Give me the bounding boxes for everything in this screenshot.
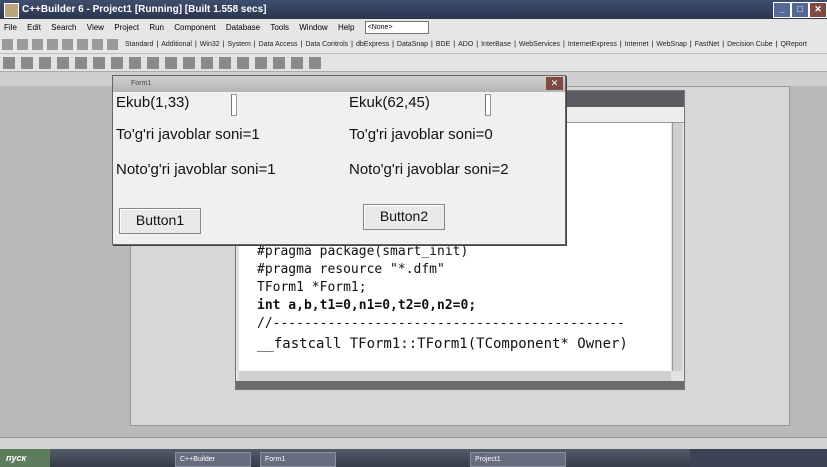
palette-tab-data-controls[interactable]: Data Controls — [305, 41, 348, 48]
palette-tab-websnap[interactable]: WebSnap — [656, 41, 687, 48]
form1-title-bar: Form1 — [113, 76, 565, 92]
menu-component[interactable]: Component — [174, 23, 215, 32]
close-icon[interactable]: ✕ — [809, 2, 827, 18]
help-icon[interactable] — [107, 39, 118, 50]
menu-edit[interactable]: Edit — [27, 23, 41, 32]
code-line: int a,b,t1=0,n1=0,t2=0,n2=0; — [257, 298, 477, 313]
mainmenu-icon[interactable] — [147, 57, 159, 69]
panel-icon[interactable] — [309, 57, 321, 69]
close-icon[interactable]: ✕ — [546, 77, 563, 90]
taskbar-item-project1[interactable]: Project1 — [470, 452, 566, 467]
menu-database[interactable]: Database — [226, 23, 260, 32]
palette-tab-datasnap[interactable]: DataSnap — [397, 41, 428, 48]
palette-tab-interbase[interactable]: InterBase — [481, 41, 511, 48]
taskbar-item-cbuilder[interactable]: C++Builder — [175, 452, 251, 467]
palette-tab-webservices[interactable]: WebServices — [519, 41, 560, 48]
radio-icon[interactable] — [255, 57, 267, 69]
memo-icon[interactable] — [201, 57, 213, 69]
horizontal-scrollbar[interactable] — [239, 371, 671, 381]
palette-tab-system[interactable]: System — [227, 41, 250, 48]
menu-tools[interactable]: Tools — [270, 23, 289, 32]
ekuk-answer-edit[interactable] — [485, 94, 491, 116]
listbox-icon[interactable] — [273, 57, 285, 69]
palette-tab-internetexpress[interactable]: InternetExpress — [568, 41, 617, 48]
edit-icon[interactable] — [183, 57, 195, 69]
taskbar-item-form1[interactable]: Form1 — [260, 452, 336, 467]
system-tray — [690, 449, 827, 467]
ide-title-bar: C++Builder 6 - Project1 [Running] [Built… — [0, 0, 827, 19]
right-wrong-count-label: Noto'g'ri javoblar soni=2 — [349, 161, 509, 178]
pause-icon[interactable] — [93, 57, 105, 69]
left-correct-count-label: To'g'ri javoblar soni=1 — [116, 126, 260, 143]
code-line: __fastcall TForm1::TForm1(TComponent* Ow… — [257, 336, 628, 352]
form-icon[interactable] — [39, 57, 51, 69]
label-icon[interactable] — [165, 57, 177, 69]
redo-icon[interactable] — [21, 57, 33, 69]
menu-window[interactable]: Window — [299, 23, 327, 32]
palette-tab-win32[interactable]: Win32 — [200, 41, 220, 48]
code-line: #pragma package(smart_init) — [257, 244, 469, 259]
code-line: TForm1 *Form1; — [257, 280, 367, 295]
vertical-scrollbar[interactable] — [672, 123, 682, 371]
ekub-label: Ekub(1,33) — [116, 94, 190, 111]
ekuk-label: Ekuk(62,45) — [349, 94, 430, 111]
menu-help[interactable]: Help — [338, 23, 354, 32]
left-wrong-count-label: Noto'g'ri javoblar soni=1 — [116, 161, 276, 178]
component-palette: Standard | Additional | Win32 | System | Data Ac… — [0, 36, 827, 54]
menu-view[interactable]: View — [87, 23, 104, 32]
cbuilder-app-icon — [4, 3, 19, 18]
checkbox-icon[interactable] — [237, 57, 249, 69]
palette-tab-bde[interactable]: BDE — [436, 41, 450, 48]
open-project-icon[interactable] — [62, 39, 73, 50]
ide-status-bar — [0, 437, 827, 449]
open-icon[interactable] — [17, 39, 28, 50]
button2[interactable]: Button2 — [363, 204, 445, 230]
button1[interactable]: Button1 — [119, 208, 201, 234]
form1-title: Form1 — [131, 80, 152, 87]
remove-file-icon[interactable] — [92, 39, 103, 50]
step-icon[interactable] — [111, 57, 123, 69]
palette-tab-ado[interactable]: ADO — [458, 41, 473, 48]
save-icon[interactable] — [32, 39, 43, 50]
ide-menu-bar: File Edit Search View Project Run Compon… — [0, 19, 827, 36]
code-line: #pragma resource "*.dfm" — [257, 262, 445, 277]
menu-project[interactable]: Project — [114, 23, 139, 32]
palette-tab-qreport[interactable]: QReport — [780, 41, 806, 48]
undo-icon[interactable] — [3, 57, 15, 69]
palette-tab-internet[interactable]: Internet — [625, 41, 649, 48]
ide-title: C++Builder 6 - Project1 [Running] [Built… — [22, 4, 267, 15]
palette-tab-data-access[interactable]: Data Access — [259, 41, 298, 48]
desktop-combo[interactable]: <None> — [364, 21, 429, 35]
code-line: //--------------------------------------… — [257, 316, 625, 331]
start-button[interactable]: пуск — [0, 449, 50, 467]
add-file-icon[interactable] — [77, 39, 88, 50]
button-icon[interactable] — [219, 57, 231, 69]
right-correct-count-label: To'g'ri javoblar soni=0 — [349, 126, 493, 143]
save-all-icon[interactable] — [47, 39, 58, 50]
combobox-icon[interactable] — [291, 57, 303, 69]
menu-search[interactable]: Search — [51, 23, 76, 32]
palette-tab-additional[interactable]: Additional — [161, 41, 192, 48]
minimize-icon[interactable]: _ — [773, 2, 791, 18]
palette-tab-decision-cube[interactable]: Decision Cube — [727, 41, 773, 48]
run-icon[interactable] — [75, 57, 87, 69]
palette-tab-fastnet[interactable]: FastNet — [695, 41, 720, 48]
editor-status-bar — [236, 381, 684, 389]
palette-tab-dbexpress[interactable]: dbExpress — [356, 41, 389, 48]
maximize-icon[interactable]: □ — [791, 2, 809, 18]
new-icon[interactable] — [2, 39, 13, 50]
ide-toolbar — [0, 54, 827, 72]
pointer-icon[interactable] — [129, 57, 141, 69]
menu-run[interactable]: Run — [149, 23, 164, 32]
unit-icon[interactable] — [57, 57, 69, 69]
form1-window: Form1 ✕ Ekub(1,33) Ekuk(62,45) To'g'ri j… — [112, 75, 566, 245]
menu-file[interactable]: File — [4, 23, 17, 32]
ekub-answer-edit[interactable] — [231, 94, 237, 116]
palette-tab-standard[interactable]: Standard — [125, 41, 153, 48]
